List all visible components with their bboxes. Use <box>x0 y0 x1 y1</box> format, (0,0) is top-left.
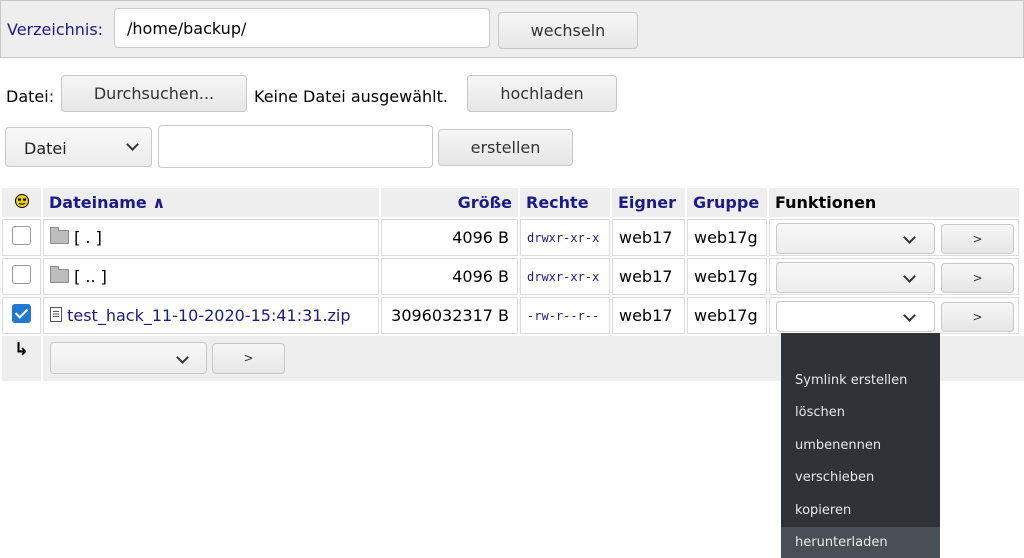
table-row: [ .. ] 4096 B drwxr-xr-x web17 web17g > <box>2 258 1019 295</box>
chevron-down-icon <box>176 351 189 364</box>
row-checkbox[interactable] <box>12 265 31 284</box>
file-owner: web17 <box>612 297 685 334</box>
menu-item-rename[interactable]: umbenennen <box>795 438 881 453</box>
file-group: web17g <box>687 297 767 334</box>
menu-item-delete[interactable]: löschen <box>795 405 845 420</box>
column-owner-header[interactable]: Eigner <box>612 188 685 217</box>
column-name-header[interactable]: Dateiname ∧ <box>43 188 379 217</box>
file-permissions[interactable]: drwxr-xr-x <box>520 219 610 256</box>
directory-label: Verzeichnis: <box>7 20 104 39</box>
smiley-icon <box>14 194 29 208</box>
function-go-button[interactable]: > <box>941 302 1014 332</box>
bulk-go-button[interactable]: > <box>212 343 285 374</box>
upload-button[interactable]: hochladen <box>467 75 617 112</box>
file-permissions[interactable]: drwxr-xr-x <box>520 258 610 295</box>
column-group-header[interactable]: Gruppe <box>687 188 767 217</box>
browse-button[interactable]: Durchsuchen... <box>61 75 247 112</box>
function-go-button[interactable]: > <box>941 263 1014 293</box>
chevron-down-icon <box>126 138 139 151</box>
folder-icon <box>50 227 69 244</box>
table-row: [ . ] 4096 B drwxr-xr-x web17 web17g > <box>2 219 1019 256</box>
column-permissions-header[interactable]: Rechte <box>520 188 610 217</box>
file-group: web17g <box>687 219 767 256</box>
function-select-open[interactable] <box>776 301 935 332</box>
file-upload-label: Datei: <box>6 87 55 106</box>
file-table: Dateiname ∧ Größe Rechte Eigner Gruppe F… <box>0 186 1021 336</box>
file-icon <box>50 307 62 322</box>
chevron-down-icon <box>903 270 916 283</box>
function-select[interactable] <box>776 223 935 254</box>
function-dropdown-menu: Symlink erstellen löschen umbenennen ver… <box>781 333 940 558</box>
file-size: 3096032317 B <box>381 297 518 334</box>
column-size-header[interactable]: Größe <box>381 188 518 217</box>
select-all-header[interactable] <box>2 188 41 217</box>
function-go-button[interactable]: > <box>941 224 1014 254</box>
create-type-value: Datei <box>24 139 67 158</box>
file-owner: web17 <box>612 219 685 256</box>
menu-item-move[interactable]: verschieben <box>795 470 874 485</box>
no-file-status: Keine Datei ausgewählt. <box>254 87 448 106</box>
menu-item-symlink[interactable]: Symlink erstellen <box>795 373 907 388</box>
bulk-arrow-icon: ↳ <box>2 336 43 381</box>
file-owner: web17 <box>612 258 685 295</box>
file-name[interactable]: [ .. ] <box>74 267 107 286</box>
row-checkbox[interactable] <box>12 226 31 245</box>
folder-icon <box>50 266 69 283</box>
change-directory-button[interactable]: wechseln <box>498 12 638 49</box>
create-button[interactable]: erstellen <box>438 129 573 166</box>
file-group: web17g <box>687 258 767 295</box>
file-size: 4096 B <box>381 258 518 295</box>
directory-path-input[interactable] <box>114 8 490 48</box>
file-permissions[interactable]: -rw-r--r-- <box>520 297 610 334</box>
chevron-down-icon <box>903 231 916 244</box>
menu-item-download[interactable]: herunterladen <box>795 535 888 550</box>
table-row: test_hack_11-10-2020-15:41:31.zip 309603… <box>2 297 1019 334</box>
directory-bar: Verzeichnis: wechseln <box>0 0 1024 58</box>
file-size: 4096 B <box>381 219 518 256</box>
table-header: Dateiname ∧ Größe Rechte Eigner Gruppe F… <box>2 188 1019 217</box>
create-name-input[interactable] <box>158 125 433 168</box>
file-name[interactable]: [ . ] <box>74 228 102 247</box>
file-name[interactable]: test_hack_11-10-2020-15:41:31.zip <box>67 306 350 325</box>
create-type-select[interactable]: Datei <box>5 127 152 167</box>
function-select[interactable] <box>776 262 935 293</box>
chevron-down-icon <box>903 309 916 322</box>
row-checkbox[interactable] <box>12 304 31 323</box>
menu-item-copy[interactable]: kopieren <box>795 503 851 518</box>
bulk-function-select[interactable] <box>50 342 207 374</box>
column-functions-header: Funktionen <box>769 188 1019 217</box>
